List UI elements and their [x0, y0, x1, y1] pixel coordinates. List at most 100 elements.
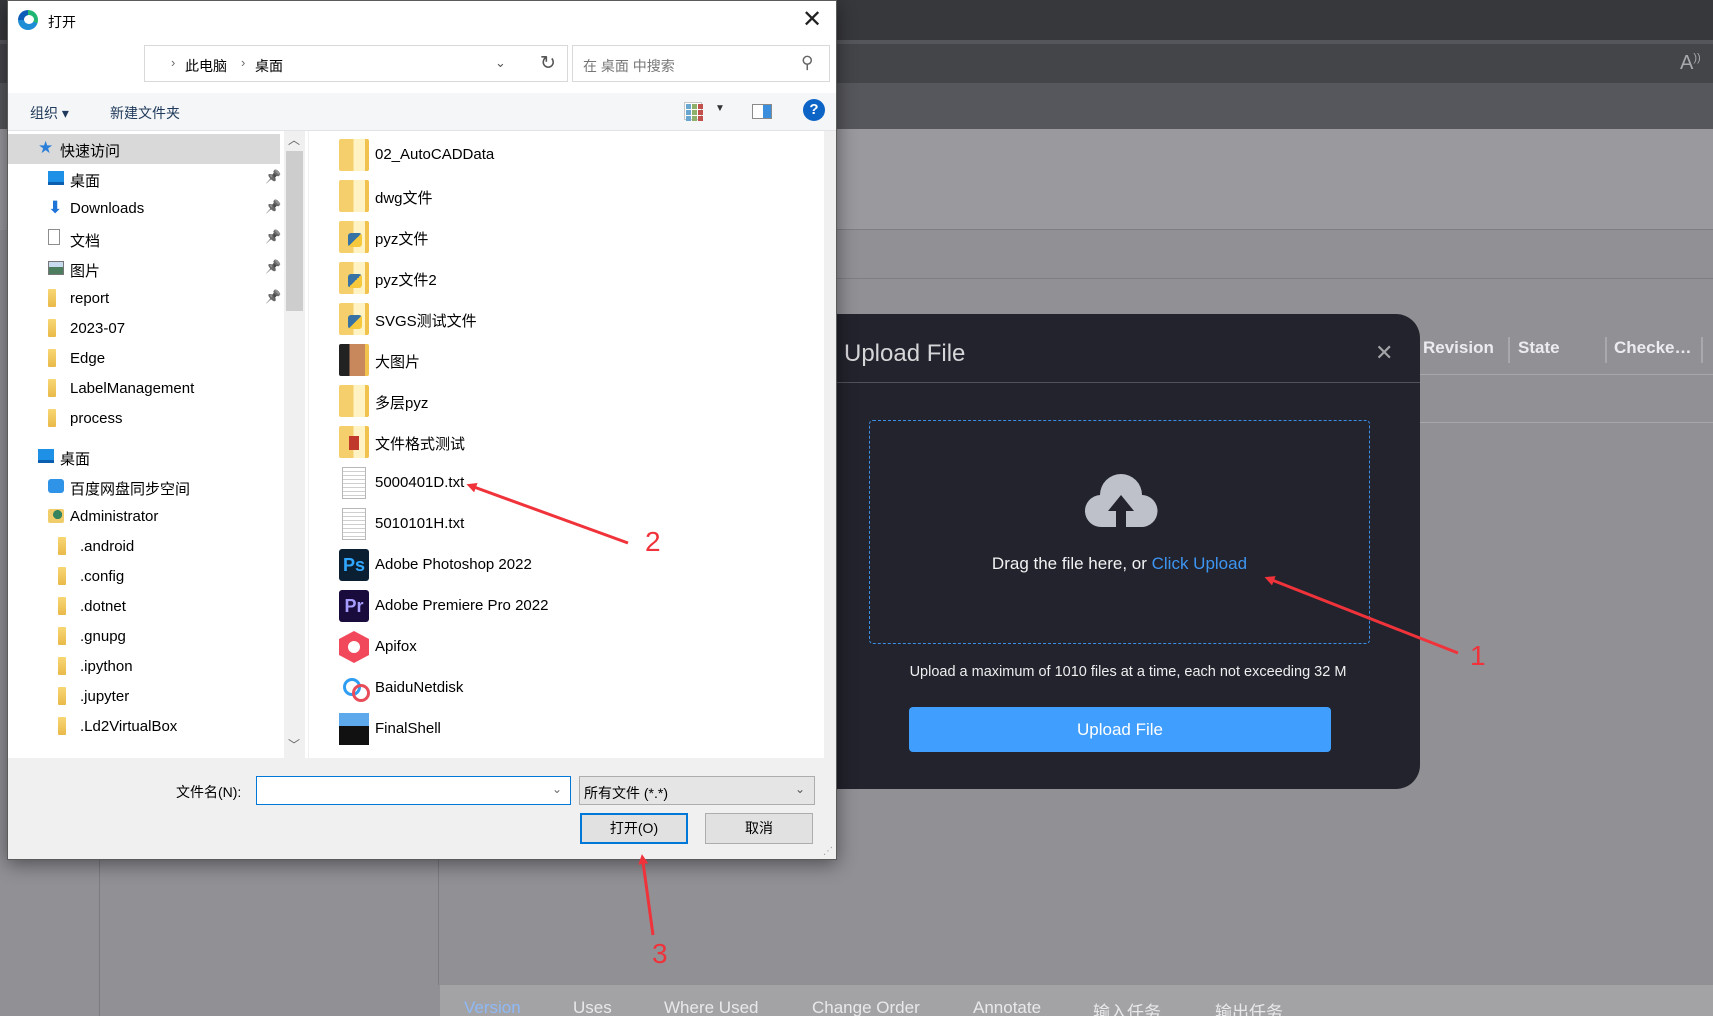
folder-icon — [48, 379, 56, 397]
scrollbar-thumb[interactable] — [286, 151, 303, 311]
apifox-icon — [339, 631, 369, 663]
nav-item[interactable]: 百度网盘同步空间 — [8, 472, 280, 502]
nav-item[interactable]: 桌面 — [8, 442, 280, 472]
nav-item[interactable]: .config — [8, 562, 280, 592]
nav-item[interactable]: .ipython — [8, 652, 280, 682]
close-icon[interactable]: ✕ — [798, 7, 826, 35]
divider — [836, 278, 1713, 279]
tab-input-tasks[interactable]: 输入任务 — [1093, 998, 1161, 1016]
column-header-state[interactable]: State — [1518, 338, 1560, 358]
nav-item[interactable]: .android — [8, 532, 280, 562]
file-item[interactable]: 02_AutoCADData — [339, 135, 779, 176]
nav-item[interactable]: Administrator — [8, 502, 280, 532]
file-item[interactable]: 多层pyz — [339, 381, 779, 422]
caret-down-icon[interactable]: ▼ — [715, 103, 725, 114]
nav-item[interactable]: report 📌 — [8, 284, 282, 314]
tab-change-order[interactable]: Change Order — [812, 998, 920, 1016]
nav-item[interactable]: .Ld2VirtualBox — [8, 712, 280, 742]
folder-icon — [48, 289, 56, 307]
open-button[interactable]: 打开(O) — [580, 813, 688, 844]
file-item[interactable]: pyz文件 — [339, 217, 779, 258]
file-item[interactable]: 文件格式测试 — [339, 422, 779, 463]
tab-version[interactable]: Version — [464, 998, 521, 1016]
file-item[interactable]: Apifox — [339, 627, 779, 668]
column-separator[interactable] — [1508, 337, 1510, 363]
chevron-down-icon[interactable]: ⌄ — [495, 55, 506, 71]
nav-item-label: 桌面 — [70, 173, 101, 190]
refresh-button[interactable]: ↻ — [529, 45, 568, 82]
upload-file-button[interactable]: Upload File — [909, 707, 1331, 752]
file-item[interactable]: BaiduNetdisk — [339, 668, 779, 709]
tab-where-used[interactable]: Where Used — [664, 998, 758, 1016]
column-separator[interactable] — [1605, 337, 1607, 363]
nav-item[interactable]: process — [8, 404, 280, 434]
python-folder-icon — [339, 262, 369, 294]
file-item[interactable]: 大图片 — [339, 340, 779, 381]
tab-output-tasks[interactable]: 输出任务 — [1215, 998, 1283, 1016]
nav-pane-scrollbar[interactable]: ︿ ﹀ — [284, 131, 305, 758]
pin-icon: 📌 — [265, 169, 282, 184]
folder-icon — [339, 385, 369, 417]
breadcrumb-this-pc[interactable]: 此电脑 — [185, 56, 227, 76]
nav-item[interactable]: ★ 快速访问 — [8, 134, 280, 164]
address-bar[interactable]: › 此电脑 › 桌面 ⌄ — [144, 45, 551, 82]
file-item[interactable]: Ps Adobe Photoshop 2022 — [339, 545, 779, 586]
file-item[interactable]: SVGS测试文件 — [339, 299, 779, 340]
nav-item[interactable]: LabelManagement — [8, 374, 280, 404]
scroll-up-icon[interactable]: ︿ — [288, 131, 300, 148]
tab-annotate[interactable]: Annotate — [973, 998, 1041, 1016]
file-type-select[interactable]: 所有文件 (*.*) ⌄ — [579, 776, 815, 805]
folder-icon — [58, 717, 66, 735]
file-name: 02_AutoCADData — [375, 146, 495, 163]
help-icon[interactable]: ? — [803, 99, 825, 121]
folder-icon — [339, 426, 369, 458]
file-item[interactable]: pyz文件2 — [339, 258, 779, 299]
chevron-right-icon: › — [241, 55, 246, 70]
file-item[interactable]: 5010101H.txt — [339, 504, 779, 545]
organize-button[interactable]: 组织 ▾ — [30, 103, 69, 123]
click-upload-link[interactable]: Click Upload — [1152, 554, 1247, 573]
search-input[interactable]: 在 桌面 中搜索 ⚲ — [572, 45, 830, 82]
cancel-button[interactable]: 取消 — [705, 813, 813, 844]
search-icon[interactable]: ⚲ — [801, 53, 813, 73]
nav-item[interactable]: 桌面 📌 — [8, 164, 282, 194]
scroll-down-icon[interactable]: ﹀ — [288, 736, 300, 753]
table-row-line — [1419, 374, 1713, 375]
file-name: 大图片 — [375, 354, 421, 371]
nav-item[interactable]: 文档 📌 — [8, 224, 281, 254]
file-item[interactable]: FinalShell — [339, 709, 779, 750]
resize-grip-icon[interactable]: ⋰ — [823, 846, 833, 857]
nav-item[interactable]: Edge — [8, 344, 280, 374]
pin-icon: 📌 — [265, 289, 282, 304]
nav-item[interactable]: .jupyter — [8, 682, 280, 712]
upload-file-modal: Upload File ✕ Drag the file here, or Cli… — [836, 314, 1420, 789]
breadcrumb-desktop[interactable]: 桌面 — [255, 56, 283, 76]
table-row-line — [1419, 422, 1713, 423]
folder-icon — [48, 319, 56, 337]
column-divider — [99, 860, 100, 1016]
view-options-icon[interactable] — [684, 102, 703, 121]
nav-item[interactable]: 图片 📌 — [8, 254, 282, 284]
upload-dropzone[interactable]: Drag the file here, or Click Upload — [869, 420, 1370, 644]
tab-uses[interactable]: Uses — [573, 998, 612, 1016]
nav-item[interactable]: .gnupg — [8, 622, 280, 652]
file-item[interactable]: 5000401D.txt — [339, 463, 779, 504]
nav-item[interactable]: .dotnet — [8, 592, 280, 622]
nav-item[interactable]: 2023-07 — [8, 314, 280, 344]
nav-item[interactable]: ⬇ Downloads 📌 — [8, 194, 281, 224]
pin-icon: 📌 — [265, 259, 282, 274]
dialog-titlebar[interactable]: 打开 ✕ — [8, 1, 836, 41]
read-aloud-icon[interactable]: A)) — [1680, 52, 1701, 75]
column-divider — [438, 860, 439, 985]
column-separator[interactable] — [1701, 337, 1703, 363]
column-header-revision[interactable]: Revision — [1423, 338, 1494, 358]
chevron-down-icon[interactable]: ⌄ — [552, 782, 562, 796]
file-item[interactable]: Pr Adobe Premiere Pro 2022 — [339, 586, 779, 627]
filename-input[interactable]: ⌄ — [256, 776, 571, 805]
file-item[interactable]: dwg文件 — [339, 176, 779, 217]
preview-pane-icon[interactable] — [752, 104, 772, 119]
close-icon[interactable]: ✕ — [1375, 340, 1393, 366]
chevron-down-icon: ⌄ — [795, 782, 806, 796]
column-header-checked[interactable]: Checke… — [1614, 338, 1691, 358]
new-folder-button[interactable]: 新建文件夹 — [110, 103, 180, 123]
